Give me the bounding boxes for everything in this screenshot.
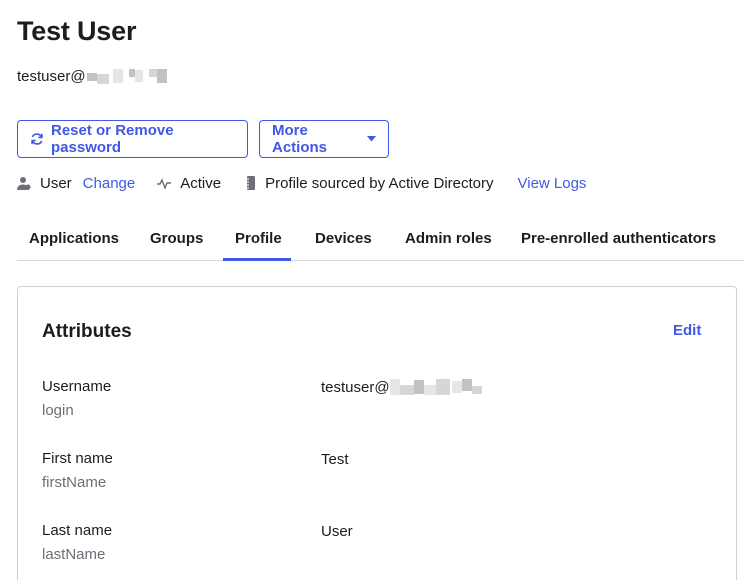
pulse-icon <box>157 177 172 189</box>
caret-down-icon <box>367 136 376 142</box>
refresh-icon <box>30 132 44 146</box>
tab-groups[interactable]: Groups <box>150 230 203 247</box>
attribute-key: login <box>42 402 74 419</box>
user-email: testuser@ <box>17 64 167 88</box>
tab-profile[interactable]: Profile <box>235 230 282 247</box>
change-type-link[interactable]: Change <box>83 175 136 192</box>
directory-icon <box>246 176 256 190</box>
attribute-value: testuser@ <box>321 378 482 396</box>
attribute-value-text: testuser@ <box>321 378 390 396</box>
page-title: Test User <box>17 16 137 46</box>
attributes-title: Attributes <box>42 321 132 342</box>
view-logs-link[interactable]: View Logs <box>518 175 587 192</box>
reset-password-label: Reset or Remove password <box>51 122 174 156</box>
user-email-text: testuser@ <box>17 67 86 85</box>
attribute-label: Username <box>42 378 112 395</box>
tab-devices[interactable]: Devices <box>315 230 372 247</box>
attribute-row-first-name: First name firstName Test <box>42 450 722 498</box>
edit-attributes-button[interactable]: Edit <box>673 322 701 339</box>
more-actions-button[interactable]: More Actions <box>259 120 389 158</box>
user-state-label: Active <box>180 174 222 192</box>
attribute-value: Test <box>321 450 349 468</box>
profile-source-label: Profile sourced by Active Directory <box>265 174 494 192</box>
attribute-key: lastName <box>42 546 106 563</box>
more-actions-label: More Actions <box>272 122 328 156</box>
active-tab-indicator <box>223 258 291 261</box>
attribute-key: firstName <box>42 474 107 491</box>
attribute-label: First name <box>42 450 113 467</box>
redacted-email-domain <box>86 68 167 84</box>
tab-bar: Applications Groups Profile Devices Admi… <box>17 222 744 261</box>
user-status-row: User Change Active Profile sourced by Ac… <box>17 172 586 194</box>
attribute-row-last-name: Last name lastName User <box>42 522 722 570</box>
attribute-value: User <box>321 522 353 540</box>
user-icon <box>17 176 31 190</box>
tab-applications[interactable]: Applications <box>29 230 119 247</box>
user-type-label: User <box>40 174 72 192</box>
tab-pre-enrolled-authenticators[interactable]: Pre-enrolled authenticators <box>521 230 716 247</box>
redacted-username-domain <box>389 379 482 395</box>
tab-admin-roles[interactable]: Admin roles <box>405 230 492 247</box>
attributes-card: Attributes Edit Username login testuser@… <box>17 286 737 580</box>
attribute-row-username: Username login testuser@ <box>42 378 722 426</box>
attribute-label: Last name <box>42 522 113 539</box>
reset-password-button[interactable]: Reset or Remove password <box>17 120 248 158</box>
